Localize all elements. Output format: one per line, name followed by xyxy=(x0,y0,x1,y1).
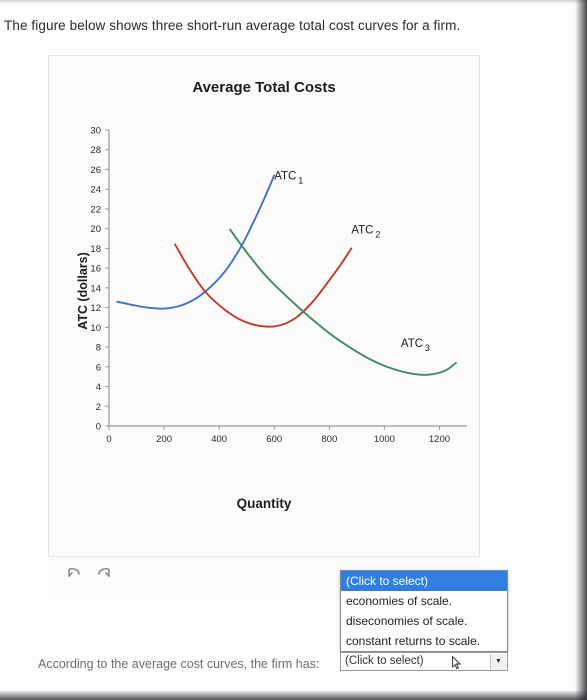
x-tick-label: 800 xyxy=(321,434,337,445)
x-tick-label: 400 xyxy=(211,434,227,445)
photo-edge-top xyxy=(0,0,587,4)
y-tick-label: 10 xyxy=(90,323,101,334)
chart-title: Average Total Costs xyxy=(192,79,336,96)
svg-text:2: 2 xyxy=(375,230,380,240)
x-tick-label: 1200 xyxy=(429,434,450,445)
dropdown-option-2[interactable]: diseconomies of scale. xyxy=(341,611,507,631)
y-tick-label: 20 xyxy=(90,224,101,235)
curve-atc2 xyxy=(174,243,353,328)
svg-text:ATC: ATC xyxy=(351,225,373,237)
y-tick-label: 22 xyxy=(90,204,101,215)
undo-arrow-icon[interactable] xyxy=(66,567,82,581)
redo-arrow-icon[interactable] xyxy=(96,567,112,581)
y-tick-label: 18 xyxy=(90,244,101,255)
svg-text:ATC: ATC xyxy=(274,170,296,182)
photo-edge-right xyxy=(575,0,587,700)
x-tick-label: 1000 xyxy=(374,434,395,445)
x-tick-label: 200 xyxy=(156,434,172,445)
answer-select-value: (Click to select) xyxy=(345,655,424,667)
y-tick-label: 16 xyxy=(90,264,101,275)
y-tick-label: 14 xyxy=(90,283,101,294)
y-tick-label: 6 xyxy=(96,362,101,373)
svg-text:3: 3 xyxy=(425,343,430,353)
question-intro-text: The figure below shows three short-run a… xyxy=(4,18,461,33)
redo-glyph xyxy=(98,567,110,577)
x-tick-label: 600 xyxy=(266,434,282,445)
answer-question-text: According to the average cost curves, th… xyxy=(38,657,320,671)
curve-label-atc1: ATC 1 xyxy=(274,170,303,185)
undo-glyph xyxy=(68,567,80,577)
atc-curves-chart: 0246810121416182022242628300 200 400 600 800… xyxy=(90,126,467,445)
chart-plot-area: ATC (dollars) 0 2 4 6 8 10 12 14 16 18 20 22 24 26 28 3… xyxy=(49,116,479,516)
curve-label-atc2: ATC 2 xyxy=(351,225,380,240)
answer-select[interactable]: (Click to select) ▼ xyxy=(340,652,508,671)
svg-text:ATC: ATC xyxy=(401,338,423,350)
figure-card: Average Total Costs ATC (dollars) 024681… xyxy=(48,55,480,557)
y-tick-label: 2 xyxy=(96,402,101,413)
dropdown-option-1[interactable]: economies of scale. xyxy=(341,591,507,611)
y-tick-label: 24 xyxy=(90,185,101,196)
y-tick-label: 4 xyxy=(96,382,101,393)
svg-text:1: 1 xyxy=(298,175,303,185)
y-tick-label: 28 xyxy=(90,145,101,156)
answer-dropdown-list[interactable]: (Click to select) economies of scale. di… xyxy=(340,570,508,652)
dropdown-option-3[interactable]: constant returns to scale. xyxy=(341,631,507,651)
y-tick-label: 8 xyxy=(96,343,101,354)
x-axis-label: Quantity xyxy=(236,496,292,511)
chevron-down-icon[interactable]: ▼ xyxy=(490,654,506,670)
x-tick-label: 0 xyxy=(106,434,111,445)
y-tick-label: 30 xyxy=(90,126,101,137)
photo-edge-bottom xyxy=(0,690,587,700)
y-tick-label: 26 xyxy=(90,165,101,176)
y-axis-label: ATC (dollars) xyxy=(76,252,90,330)
curve-atc3 xyxy=(229,228,457,376)
dropdown-option-0[interactable]: (Click to select) xyxy=(341,571,507,591)
curve-label-atc3: ATC 3 xyxy=(401,338,430,353)
curve-atc1 xyxy=(116,174,276,310)
y-tick-label: 12 xyxy=(90,303,101,314)
y-tick-label: 0 xyxy=(96,422,101,433)
